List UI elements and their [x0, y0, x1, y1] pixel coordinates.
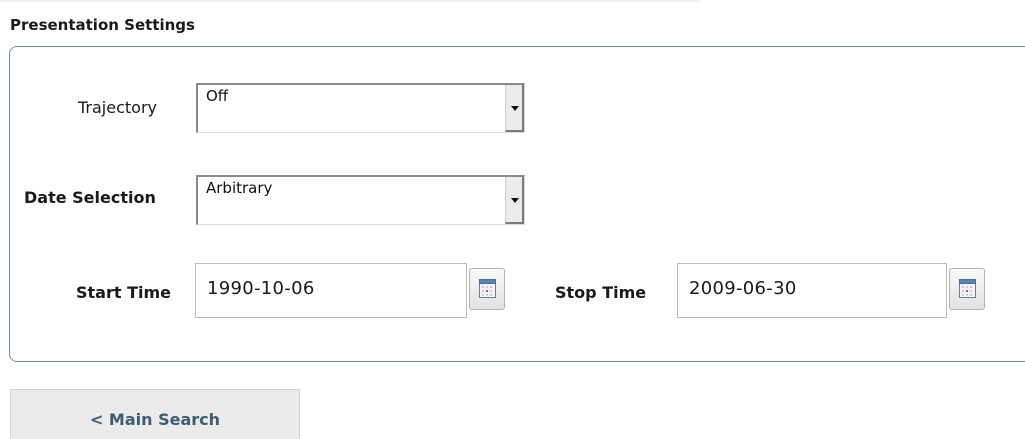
chevron-down-icon[interactable] — [505, 85, 524, 132]
calendar-icon — [959, 279, 976, 298]
stop-time-value: 2009-06-30 — [689, 278, 797, 299]
presentation-settings-page: Presentation Settings Trajectory Off Dat… — [0, 0, 1025, 439]
stop-time-input[interactable]: 2009-06-30 — [677, 263, 947, 318]
start-time-input[interactable]: 1990-10-06 — [195, 263, 467, 318]
calendar-icon — [479, 279, 496, 298]
chevron-down-icon[interactable] — [505, 177, 524, 224]
trajectory-select-value: Off — [206, 87, 229, 105]
start-time-value: 1990-10-06 — [207, 278, 315, 299]
top-divider — [0, 0, 700, 2]
section-title: Presentation Settings — [10, 16, 195, 34]
trajectory-label: Trajectory — [78, 98, 157, 117]
trajectory-select[interactable]: Off — [196, 83, 525, 133]
date-selection-label: Date Selection — [24, 188, 156, 207]
start-time-label: Start Time — [76, 283, 171, 302]
main-search-button[interactable]: < Main Search — [10, 389, 300, 439]
stop-time-label: Stop Time — [555, 283, 647, 302]
date-selection-select[interactable]: Arbitrary — [196, 175, 525, 225]
start-time-calendar-button[interactable] — [469, 268, 505, 310]
date-selection-select-value: Arbitrary — [206, 179, 273, 197]
main-search-label: < Main Search — [89, 410, 221, 429]
stop-time-calendar-button[interactable] — [949, 268, 985, 310]
